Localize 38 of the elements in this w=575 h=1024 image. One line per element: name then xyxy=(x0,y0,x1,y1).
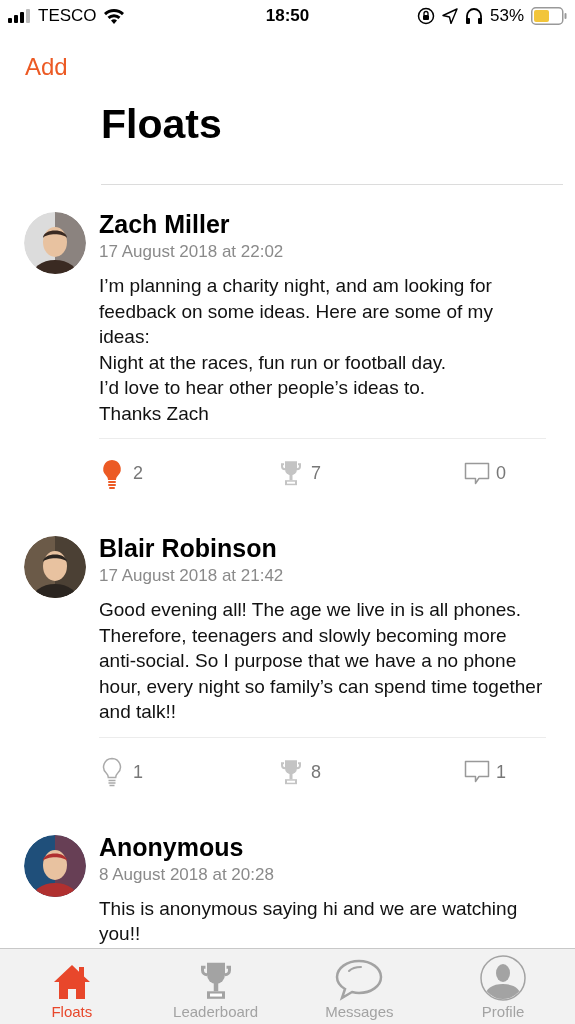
trophy-icon[interactable] xyxy=(279,460,303,487)
author-name: Anonymous xyxy=(99,831,245,863)
post-date: 17 August 2018 at 21:42 xyxy=(99,565,285,587)
post-text: This is anonymous saying hi and we are watching you!! xyxy=(99,896,519,946)
post-text: Good evening all! The age we live in is all phones. Therefore, teenagers and slowly becoming more anti-social. So I purpose that we have a no phone hour, every night so family’s can spend time together and talk!! xyxy=(99,598,544,724)
speech-bubble-icon xyxy=(335,959,384,1001)
tab-bar-item[interactable]: Leaderboard xyxy=(143,949,288,1024)
tab-bar-item[interactable]: Messages xyxy=(287,949,432,1024)
battery-icon xyxy=(531,7,567,25)
trophy-icon[interactable] xyxy=(279,758,303,786)
comment-icon[interactable] xyxy=(464,760,490,784)
page-title: Floats xyxy=(101,100,223,148)
trophy-count: 7 xyxy=(311,462,321,485)
signal-icon xyxy=(8,9,32,23)
wifi-icon xyxy=(102,8,125,24)
headphones-icon xyxy=(465,7,483,25)
lightbulb-icon[interactable] xyxy=(101,458,123,489)
tab-bar-item[interactable]: Floats xyxy=(0,949,144,1024)
battery-percentage: 53% xyxy=(490,5,524,28)
lightbulb-icon[interactable] xyxy=(101,757,123,787)
rotation-lock-icon xyxy=(417,7,435,25)
author-name: Zach Miller xyxy=(99,209,231,240)
trophy-count: 8 xyxy=(311,760,321,784)
add-button[interactable]: Add xyxy=(25,49,68,85)
comment-icon[interactable] xyxy=(464,461,490,486)
carrier-name: TESCO xyxy=(38,5,97,28)
author-name: Blair Robinson xyxy=(99,533,278,564)
tab-bar-item[interactable]: Profile xyxy=(431,949,575,1024)
post-text: I’m planning a charity night, and am looking for feedback on some ideas. Here are some of my ideas: Night at the races, fun run or football day. I’d love to hear other people’s ideas to. Thanks Zach xyxy=(99,274,494,426)
profile-icon xyxy=(480,955,527,1001)
post-date: 8 August 2018 at 20:28 xyxy=(99,863,275,886)
comment-count: 1 xyxy=(496,760,506,784)
like-count: 1 xyxy=(133,760,143,784)
post-date: 17 August 2018 at 22:02 xyxy=(99,241,285,263)
clock-time: 18:50 xyxy=(265,5,310,28)
comment-count: 0 xyxy=(496,462,506,485)
like-count: 2 xyxy=(133,462,143,485)
location-arrow-icon xyxy=(442,8,458,24)
